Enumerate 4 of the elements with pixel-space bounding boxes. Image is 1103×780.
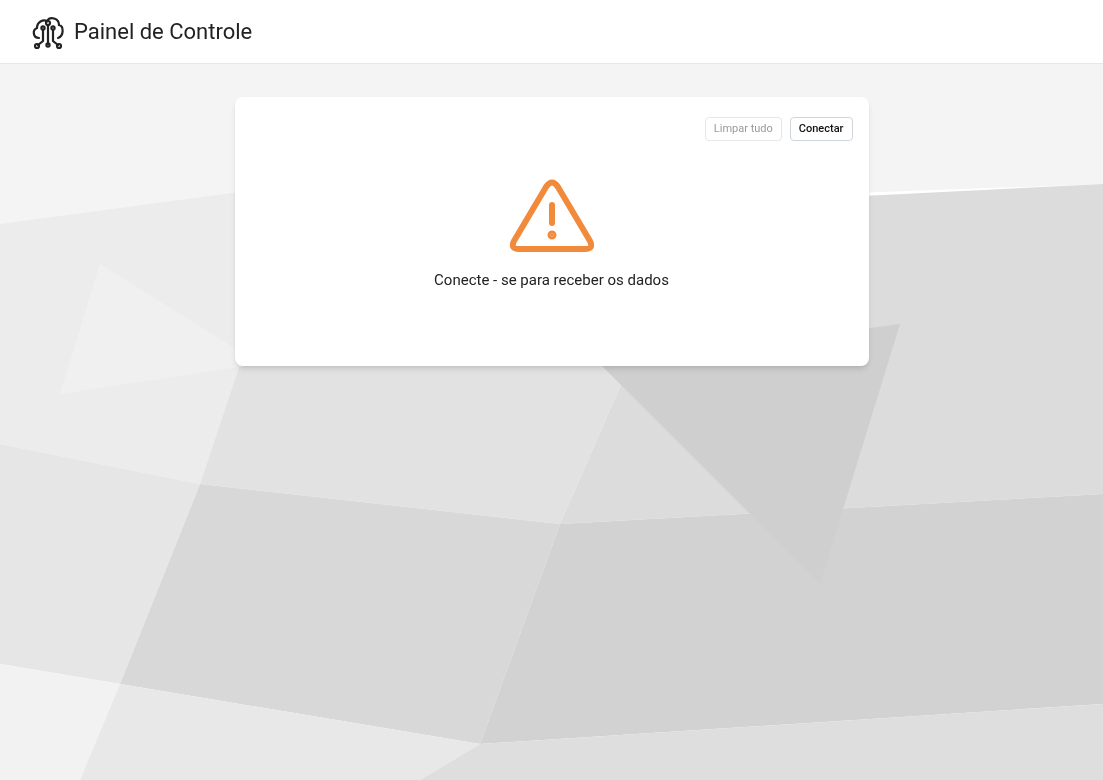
warning-icon bbox=[509, 179, 594, 253]
connect-message: Conecte - se para receber os dados bbox=[434, 270, 669, 291]
app-title: Painel de Controle bbox=[74, 18, 253, 46]
connect-button[interactable]: Conectar bbox=[789, 117, 853, 141]
